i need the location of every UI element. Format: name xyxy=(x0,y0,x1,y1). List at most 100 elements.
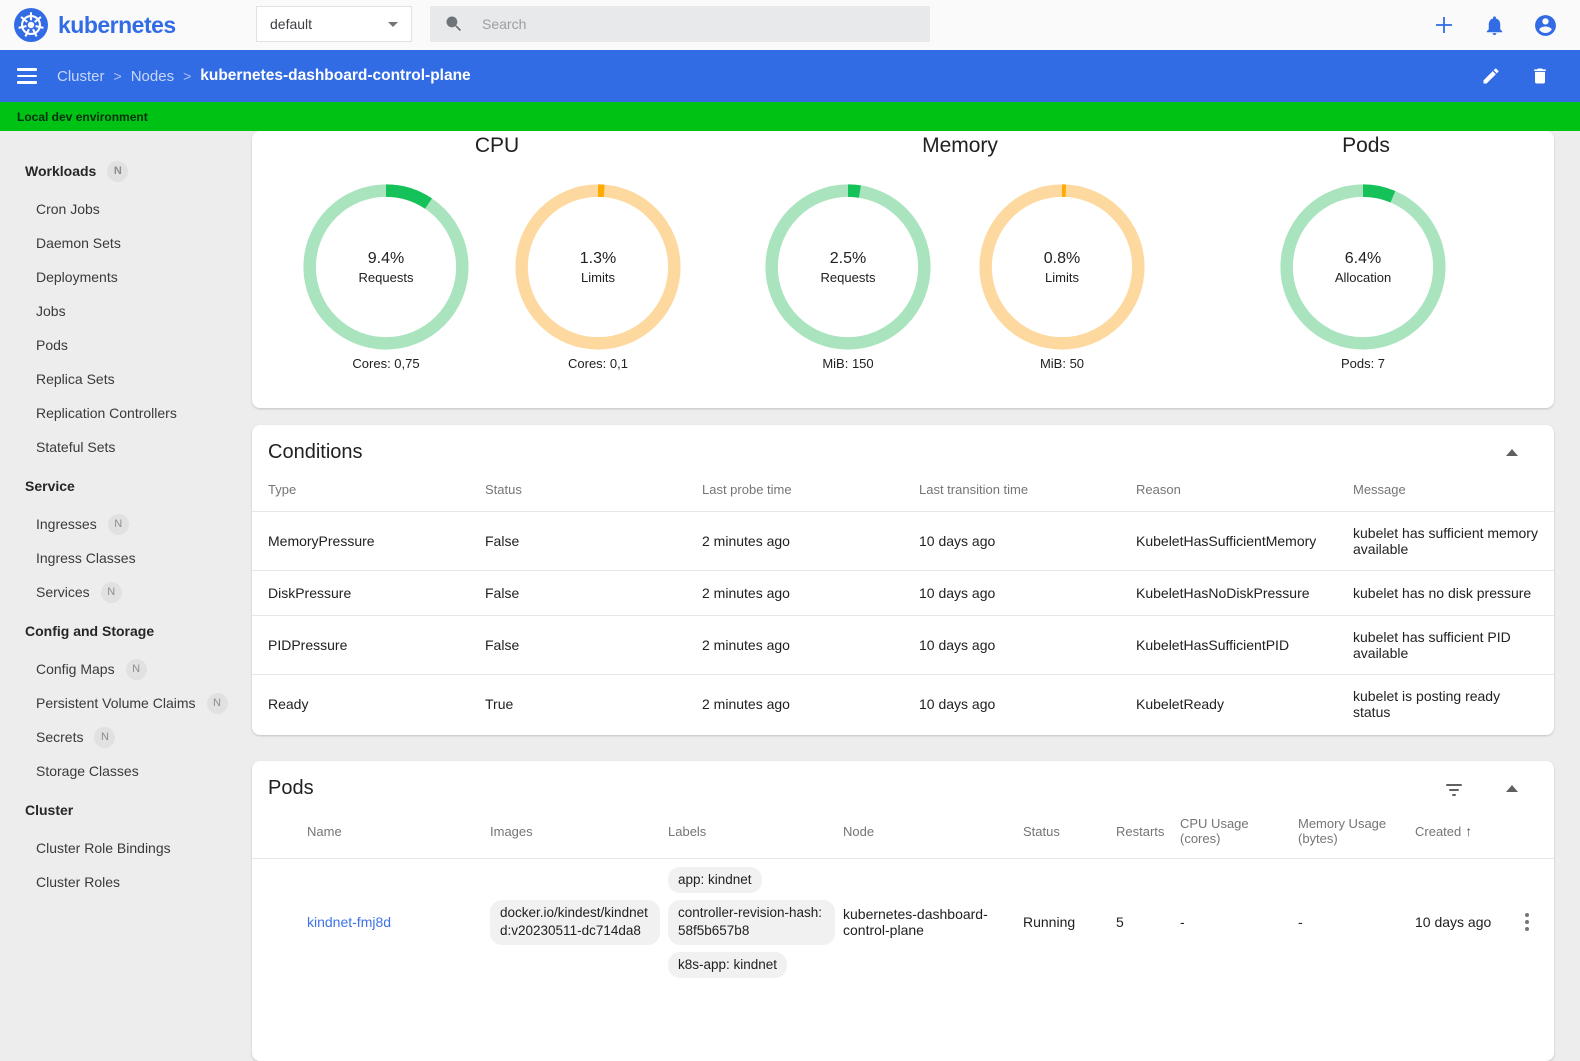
gauge-label: Requests xyxy=(820,269,876,285)
col-node[interactable]: Node xyxy=(843,810,1023,859)
col-images[interactable]: Images xyxy=(490,810,668,859)
sidebar-item-stateful-sets[interactable]: Stateful Sets xyxy=(0,430,236,464)
sidebar-item-daemon-sets[interactable]: Daemon Sets xyxy=(0,226,236,260)
sidebar-section-service: Service xyxy=(0,469,236,503)
pod-label-chip: k8s-app: kindnet xyxy=(668,951,788,978)
sidebar-item-pods[interactable]: Pods xyxy=(0,328,236,362)
conditions-title: Conditions xyxy=(268,441,363,463)
condition-row: MemoryPressure False 2 minutes ago 10 da… xyxy=(252,511,1554,571)
sidebar-item-ingresses[interactable]: Ingresses N xyxy=(0,507,236,541)
gauge-group-title-memory: Memory xyxy=(922,134,998,157)
namespace-selector[interactable]: default xyxy=(256,6,412,42)
kubernetes-brand[interactable]: kubernetes xyxy=(14,8,176,42)
search-bar[interactable] xyxy=(430,6,930,42)
sort-asc-icon: ↑ xyxy=(1465,823,1473,839)
pod-name-link[interactable]: kindnet-fmj8d xyxy=(307,914,391,930)
collapse-icon[interactable] xyxy=(1506,449,1518,456)
item-label: Stateful Sets xyxy=(36,439,116,455)
breadcrumb-bar: Cluster > Nodes > kubernetes-dashboard-c… xyxy=(0,50,1580,102)
pods-table: Name Images Labels Node Status Restarts … xyxy=(252,810,1554,986)
content: Workloads N Cron Jobs Daemon Sets Deploy… xyxy=(0,131,1580,1061)
sidebar-item-secrets[interactable]: Secrets N xyxy=(0,720,236,754)
col-message: Message xyxy=(1353,482,1406,497)
pod-labels: app: kindnet controller-revision-hash: 5… xyxy=(668,867,835,978)
item-label: Daemon Sets xyxy=(36,235,121,251)
menu-icon[interactable] xyxy=(17,68,37,84)
item-label: Jobs xyxy=(36,303,66,319)
main-panel: CPU Memory Pods 9.4% Requests Cores: 0,7… xyxy=(236,131,1580,1061)
pod-memory-usage: - xyxy=(1298,914,1303,931)
gauge-label: Limits xyxy=(581,269,615,285)
condition-row: DiskPressure False 2 minutes ago 10 days… xyxy=(252,570,1554,616)
col-type: Type xyxy=(268,482,297,497)
collapse-icon[interactable] xyxy=(1506,785,1518,792)
edit-button[interactable] xyxy=(1481,66,1501,86)
sidebar-item-deployments[interactable]: Deployments xyxy=(0,260,236,294)
more-options-icon[interactable] xyxy=(1508,909,1546,935)
pod-cpu-usage: - xyxy=(1180,914,1185,931)
search-input[interactable] xyxy=(480,15,916,33)
gauge-cpu-requests: 9.4% Requests Cores: 0,75 xyxy=(303,184,469,371)
gauge-group-title-cpu: CPU xyxy=(474,134,520,157)
delete-button[interactable] xyxy=(1530,66,1550,86)
search-icon xyxy=(444,14,464,34)
item-label: Cluster Role Bindings xyxy=(36,840,171,856)
sidebar-item-storage-classes[interactable]: Storage Classes xyxy=(0,754,236,788)
col-memory-usage[interactable]: Memory Usage (bytes) xyxy=(1298,810,1415,859)
notifications-button[interactable] xyxy=(1483,14,1506,37)
add-resource-button[interactable] xyxy=(1432,13,1456,37)
gauge-percent: 0.8% xyxy=(1043,249,1081,267)
sidebar-item-cron-jobs[interactable]: Cron Jobs xyxy=(0,192,236,226)
gauge-caption: MiB: 50 xyxy=(1039,356,1085,371)
top-app-bar: kubernetes default xyxy=(0,0,1580,50)
page-title: kubernetes-dashboard-control-plane xyxy=(200,67,471,84)
sidebar-item-persistent-volume-claims[interactable]: Persistent Volume Claims N xyxy=(0,686,236,720)
cell-type: PIDPressure xyxy=(252,615,469,675)
sidebar-section-config-storage: Config and Storage xyxy=(0,614,236,648)
namespace-value: default xyxy=(270,16,313,32)
sidebar-section-cluster: Cluster xyxy=(0,793,236,827)
account-button[interactable] xyxy=(1533,13,1558,38)
sidebar-item-cluster-roles[interactable]: Cluster Roles xyxy=(0,865,236,899)
sidebar-item-ingress-classes[interactable]: Ingress Classes xyxy=(0,541,236,575)
cell-reason: KubeletHasSufficientPID xyxy=(1120,615,1337,675)
col-labels[interactable]: Labels xyxy=(668,810,843,859)
filter-icon[interactable] xyxy=(1446,782,1462,796)
item-label: Ingresses xyxy=(36,516,97,532)
col-last-probe-time: Last probe time xyxy=(702,482,792,497)
col-status[interactable]: Status xyxy=(1023,810,1116,859)
gauge-memory-requests: 2.5% Requests MiB: 150 xyxy=(765,184,931,371)
sidebar-item-replica-sets[interactable]: Replica Sets xyxy=(0,362,236,396)
col-status-indicator xyxy=(252,810,307,859)
breadcrumb-nodes[interactable]: Nodes xyxy=(131,68,174,85)
gauge-cpu-limits: 1.3% Limits Cores: 0,1 xyxy=(515,184,681,371)
col-created-label: Created xyxy=(1415,824,1462,839)
sidebar-item-services[interactable]: Services N xyxy=(0,575,236,609)
pod-restarts: 5 xyxy=(1116,914,1124,931)
breadcrumb-cluster[interactable]: Cluster xyxy=(57,68,105,85)
pods-card: Pods Name Images Labels Node Status Rest… xyxy=(252,761,1554,1061)
gauge-percent: 6.4% xyxy=(1344,249,1382,267)
namespaced-badge: N xyxy=(107,513,129,535)
col-created[interactable]: Created ↑ xyxy=(1415,810,1508,859)
section-label: Service xyxy=(25,478,75,494)
cell-type: Ready xyxy=(252,674,469,733)
sidebar-item-config-maps[interactable]: Config Maps N xyxy=(0,652,236,686)
col-restarts[interactable]: Restarts xyxy=(1116,810,1180,859)
cell-status: False xyxy=(469,615,686,675)
sidebar: Workloads N Cron Jobs Daemon Sets Deploy… xyxy=(0,131,236,912)
item-label: Services xyxy=(36,584,90,600)
item-label: Pods xyxy=(36,337,68,353)
sidebar-item-cluster-role-bindings[interactable]: Cluster Role Bindings xyxy=(0,831,236,865)
chevron-down-icon xyxy=(388,21,398,27)
col-name[interactable]: Name xyxy=(307,810,490,859)
sidebar-item-jobs[interactable]: Jobs xyxy=(0,294,236,328)
sidebar-item-replication-controllers[interactable]: Replication Controllers xyxy=(0,396,236,430)
cell-status: False xyxy=(469,570,686,616)
gauge-caption: Pods: 7 xyxy=(1340,356,1386,371)
col-cpu-usage[interactable]: CPU Usage (cores) xyxy=(1180,810,1298,859)
environment-banner-text: Local dev environment xyxy=(17,109,148,124)
pod-row: kindnet-fmj8d docker.io/kindest/kindnetd… xyxy=(252,859,1554,986)
condition-row: Ready True 2 minutes ago 10 days ago Kub… xyxy=(252,674,1554,733)
gauge-percent: 1.3% xyxy=(579,249,617,267)
